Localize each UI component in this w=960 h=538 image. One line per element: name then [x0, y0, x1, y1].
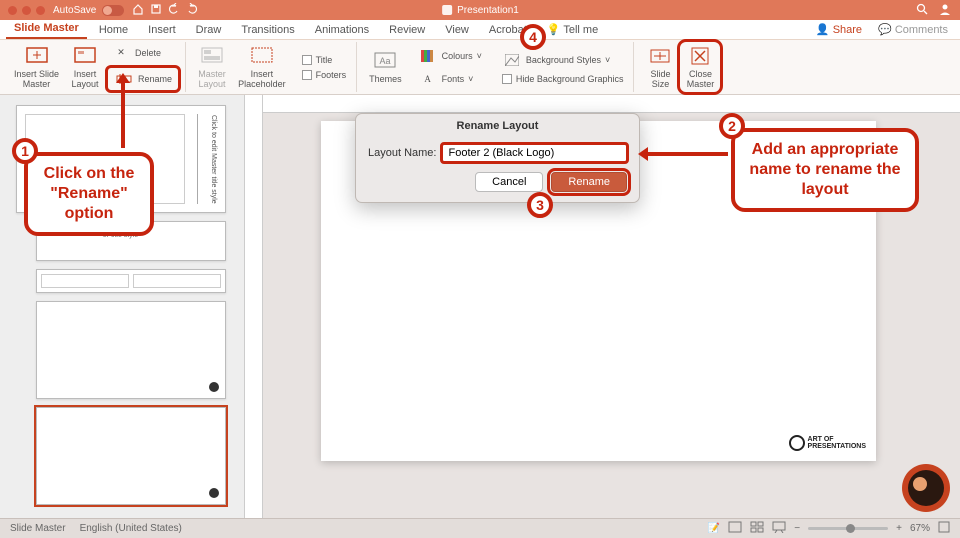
title-checkbox[interactable]: Title: [296, 53, 353, 67]
annotation-badge-4: 4: [520, 24, 546, 50]
annotation-badge-1: 1: [12, 138, 38, 164]
tab-view[interactable]: View: [437, 21, 477, 39]
slide-size-button[interactable]: Slide Size: [640, 42, 680, 92]
master-layout-button[interactable]: Master Layout: [192, 42, 232, 92]
layout-name-label: Layout Name:: [368, 147, 436, 159]
delete-icon: ✕: [111, 44, 131, 62]
svg-text:Aa: Aa: [380, 56, 391, 66]
autosave-label: AutoSave: [53, 5, 96, 16]
hide-bg-checkbox[interactable]: Hide Background Graphics: [496, 72, 630, 86]
logo-icon: [209, 382, 219, 392]
bg-styles-icon: [502, 51, 522, 69]
dialog-title: Rename Layout: [356, 114, 639, 138]
tab-slide-master[interactable]: Slide Master: [6, 19, 87, 39]
annotation-badge-3: 3: [527, 192, 553, 218]
tab-tellme[interactable]: 💡 Tell me: [539, 20, 606, 39]
delete-button[interactable]: ✕Delete: [105, 42, 181, 64]
ribbon-tabs: Slide Master Home Insert Draw Transition…: [0, 20, 960, 40]
tab-home[interactable]: Home: [91, 21, 136, 39]
view-slideshow-icon[interactable]: [772, 521, 786, 536]
zoom-level[interactable]: 67%: [910, 523, 930, 534]
tab-transitions[interactable]: Transitions: [233, 21, 302, 39]
rename-layout-dialog: Rename Layout Layout Name: Cancel Rename: [355, 113, 640, 203]
themes-button[interactable]: Aa Themes: [363, 47, 408, 87]
view-sorter-icon[interactable]: [750, 521, 764, 536]
tab-insert[interactable]: Insert: [140, 21, 184, 39]
window-controls[interactable]: [8, 6, 45, 15]
comments-button[interactable]: 💬 Comments: [872, 20, 954, 39]
fonts-button[interactable]: AFonts ˅: [412, 68, 488, 90]
footers-checkbox[interactable]: Footers: [296, 68, 353, 82]
horizontal-ruler: [263, 95, 960, 113]
insert-placeholder-button[interactable]: Insert Placeholder: [232, 42, 292, 92]
zoom-in-button[interactable]: +: [896, 523, 902, 534]
search-icon[interactable]: [916, 3, 928, 18]
tab-review[interactable]: Review: [381, 21, 433, 39]
annotation-arrowhead-1: [116, 73, 130, 83]
colours-button[interactable]: Colours ˅: [412, 45, 488, 67]
close-icon: [686, 44, 714, 68]
layout-name-input[interactable]: [442, 144, 627, 162]
undo-icon[interactable]: [168, 3, 180, 18]
tellme-icon: 💡: [547, 24, 561, 36]
ribbon: Insert Slide Master Insert Layout ✕Delet…: [0, 40, 960, 95]
annotation-arrowhead-2: [638, 147, 648, 161]
zoom-slider[interactable]: [808, 527, 888, 530]
status-language[interactable]: English (United States): [80, 523, 182, 534]
titlebar: AutoSave Presentation1: [0, 0, 960, 20]
background-styles-button[interactable]: Background Styles ˅: [496, 49, 630, 71]
app-icon: [441, 4, 453, 16]
rename-confirm-button[interactable]: Rename: [551, 172, 627, 192]
cancel-button[interactable]: Cancel: [475, 172, 543, 192]
share-button[interactable]: 👤 Share: [810, 20, 868, 39]
redo-icon[interactable]: [186, 3, 198, 18]
annotation-callout-1: Click on the "Rename" option: [24, 152, 154, 236]
annotation-arrow-1: [121, 80, 125, 148]
save-icon[interactable]: [150, 3, 162, 18]
account-icon[interactable]: [938, 3, 952, 18]
insert-layout-button[interactable]: Insert Layout: [65, 42, 105, 92]
insert-slide-master-button[interactable]: Insert Slide Master: [8, 42, 65, 92]
notes-button[interactable]: 📝: [708, 523, 720, 534]
layout-thumbnail[interactable]: [36, 301, 226, 399]
annotation-badge-2: 2: [719, 113, 745, 139]
home-icon[interactable]: [132, 3, 144, 18]
document-title: Presentation1: [441, 4, 519, 16]
fit-to-window-button[interactable]: [938, 521, 950, 536]
layout-thumbnail[interactable]: [36, 269, 226, 293]
watermark-logo: [898, 460, 954, 516]
view-normal-icon[interactable]: [728, 521, 742, 536]
tab-draw[interactable]: Draw: [188, 21, 230, 39]
vertical-ruler: [245, 95, 263, 518]
status-bar: Slide Master English (United States) 📝 −…: [0, 518, 960, 538]
slide-logo: ART OF PRESENTATIONS: [789, 435, 866, 451]
tab-animations[interactable]: Animations: [307, 21, 377, 39]
zoom-out-button[interactable]: −: [794, 523, 800, 534]
colors-icon: [418, 47, 438, 65]
logo-icon: [209, 488, 219, 498]
layout-thumbnail-selected[interactable]: [36, 407, 226, 505]
quick-access-toolbar: [132, 3, 198, 18]
annotation-callout-2: Add an appropriate name to rename the la…: [731, 128, 919, 212]
status-mode: Slide Master: [10, 523, 66, 534]
fonts-icon: A: [418, 70, 438, 88]
close-master-button[interactable]: Close Master: [680, 42, 720, 92]
annotation-arrow-2: [646, 152, 728, 156]
autosave-toggle[interactable]: [102, 5, 124, 16]
